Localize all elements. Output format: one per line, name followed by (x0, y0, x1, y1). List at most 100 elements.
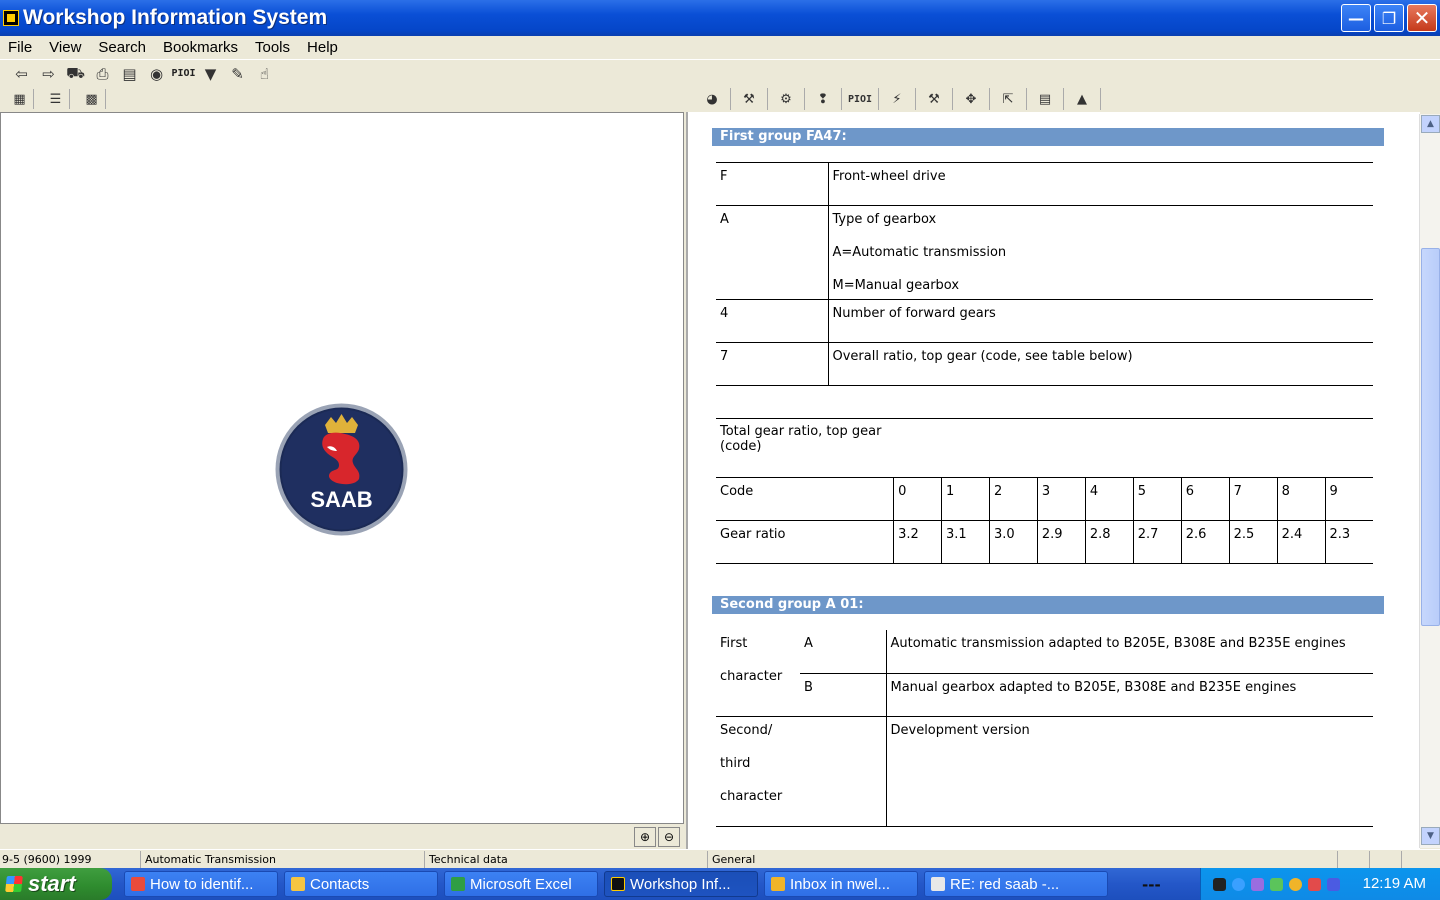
ratio-cell: 3.1 (941, 520, 990, 564)
tab-engine[interactable]: ⚙ (768, 88, 805, 110)
pio-button[interactable]: PIOI (171, 63, 196, 85)
menu-view[interactable]: View (41, 39, 90, 56)
task-contacts[interactable]: Contacts (284, 871, 438, 897)
task-label: How to identif... (150, 875, 254, 893)
messenger-icon[interactable] (1289, 877, 1302, 891)
taskbar: start How to identif... Contacts Microso… (0, 868, 1440, 900)
clock[interactable]: 12:19 AM (1363, 875, 1426, 892)
ratio-cell: 2.8 (1085, 520, 1134, 564)
status-bar: 9-5 (9600) 1999 Automatic Transmission T… (0, 849, 1440, 868)
scroll-down-button[interactable]: ▼ (1421, 827, 1440, 845)
code-cell: 6 (1181, 477, 1230, 521)
first-group-value: Front-wheel drive (828, 162, 1373, 206)
minimize-button[interactable]: — (1341, 4, 1371, 32)
value-line: A=Automatic transmission (832, 245, 1007, 260)
tab-repair[interactable]: ⚒ (916, 88, 953, 110)
menu-search[interactable]: Search (90, 39, 155, 56)
browser-icon (131, 877, 145, 891)
gear-table-title: Total gear ratio, top gear (code) (720, 424, 882, 454)
tab-diagnostics[interactable]: ❢ (805, 88, 842, 110)
tab-bulletins[interactable]: ▤ (1027, 88, 1064, 110)
scroll-up-button[interactable]: ▲ (1421, 115, 1440, 133)
ratio-cell: 2.6 (1181, 520, 1230, 564)
first-group-value: Type of gearbox A=Automatic transmission… (828, 205, 1373, 300)
first-char-code: B (800, 673, 887, 717)
network-icon[interactable] (1232, 877, 1245, 891)
maximize-button[interactable]: ❐ (1374, 4, 1404, 32)
tab-general[interactable]: ◕ (694, 88, 731, 110)
mail-icon (771, 877, 785, 891)
table-row: A Type of gearbox A=Automatic transmissi… (716, 205, 1373, 300)
task-label: RE: red saab -... (950, 875, 1060, 893)
first-char-label-line: character (720, 669, 783, 684)
list-icon: ☰ (49, 91, 62, 107)
first-char-desc: Manual gearbox adapted to B205E, B308E a… (886, 673, 1373, 717)
taskbar-toolbar-grip[interactable]: --- (1142, 876, 1161, 894)
menu-bookmarks[interactable]: Bookmarks (155, 39, 247, 56)
filter-button[interactable]: ▼ (199, 63, 222, 85)
table-row: Second/ third character Development vers… (716, 716, 1373, 827)
app-tray-icon[interactable] (1251, 877, 1264, 891)
start-button[interactable]: start (0, 868, 112, 900)
bluetooth-icon[interactable] (1327, 877, 1340, 891)
second-char-label: Second/ third character (716, 716, 887, 827)
scroll-thumb[interactable] (1421, 248, 1440, 626)
second-char-label-line: Second/ (720, 722, 773, 738)
vehicle-button[interactable]: ⛟ (64, 63, 87, 85)
value-line: Type of gearbox (832, 212, 937, 227)
document-scrollbar[interactable]: ▲ ▼ (1419, 114, 1440, 848)
menu-tools[interactable]: Tools (247, 39, 299, 56)
power-icon[interactable] (1213, 877, 1226, 891)
folder-icon (291, 877, 305, 891)
document-content: First group FA47: F Front-wheel drive A … (712, 128, 1384, 827)
table-row: B Manual gearbox adapted to B205E, B308E… (716, 673, 1373, 717)
task-browser[interactable]: How to identif... (124, 871, 278, 897)
highlight-button[interactable]: ✎ (226, 63, 249, 85)
title-bar[interactable]: Workshop Information System — ❐ ✕ (0, 0, 1440, 36)
zoom-in-button[interactable]: ⊕ (634, 827, 656, 847)
code-cell: 8 (1277, 477, 1326, 521)
second-group-header: Second group A 01: (712, 596, 1384, 614)
find-button[interactable]: ◉ (145, 63, 168, 85)
tab-electrical[interactable]: ⚡ (879, 88, 916, 110)
lift-icon: ▲ (1077, 91, 1087, 107)
tab-move[interactable]: ✥ (953, 88, 990, 110)
task-inbox[interactable]: Inbox in nwel... (764, 871, 918, 897)
envelope-icon (931, 877, 945, 891)
task-excel[interactable]: Microsoft Excel (444, 871, 598, 897)
image-view-tab[interactable]: ▩ (78, 89, 106, 109)
document-button[interactable]: ▤ (118, 63, 141, 85)
task-label: Workshop Inf... (630, 875, 731, 893)
tab-pio-label: PIOI (847, 93, 873, 105)
filter-icon: ▼ (204, 64, 217, 83)
first-char-code: A (800, 630, 887, 674)
close-button[interactable]: ✕ (1407, 4, 1437, 32)
highlighter-icon: ✎ (231, 64, 244, 83)
image-icon: ▩ (85, 91, 98, 107)
code-cell: 7 (1229, 477, 1278, 521)
tab-hoist[interactable]: ▲ (1064, 88, 1101, 110)
tab-tools[interactable]: ⚒ (731, 88, 768, 110)
pointer-button[interactable]: ☝ (253, 63, 276, 85)
document-pane: First group FA47: F Front-wheel drive A … (686, 112, 1420, 849)
menu-file[interactable]: File (0, 39, 41, 56)
tab-export[interactable]: ⇱ (990, 88, 1027, 110)
first-char-label: First character (716, 630, 800, 717)
zoom-out-button[interactable]: ⊖ (658, 827, 680, 847)
task-workshop[interactable]: Workshop Inf... (604, 871, 758, 897)
tree-view-tab[interactable]: ▦ (6, 89, 34, 109)
print-button[interactable]: ⎙ (91, 63, 114, 85)
menu-help[interactable]: Help (299, 39, 347, 56)
arrow-right-icon: ⇨ (42, 64, 55, 83)
app-tray-icon[interactable] (1270, 877, 1283, 891)
close-icon: ✕ (1413, 6, 1431, 30)
excel-icon (451, 877, 465, 891)
tab-pio[interactable]: PIOI (842, 88, 879, 110)
forward-button[interactable]: ⇨ (37, 63, 60, 85)
back-button[interactable]: ⇦ (10, 63, 33, 85)
table-row: First character A Automatic transmission… (716, 630, 1373, 717)
list-view-tab[interactable]: ☰ (42, 89, 70, 109)
task-message[interactable]: RE: red saab -... (924, 871, 1108, 897)
security-icon[interactable] (1308, 877, 1321, 891)
pio-label: PIOI (171, 68, 196, 79)
